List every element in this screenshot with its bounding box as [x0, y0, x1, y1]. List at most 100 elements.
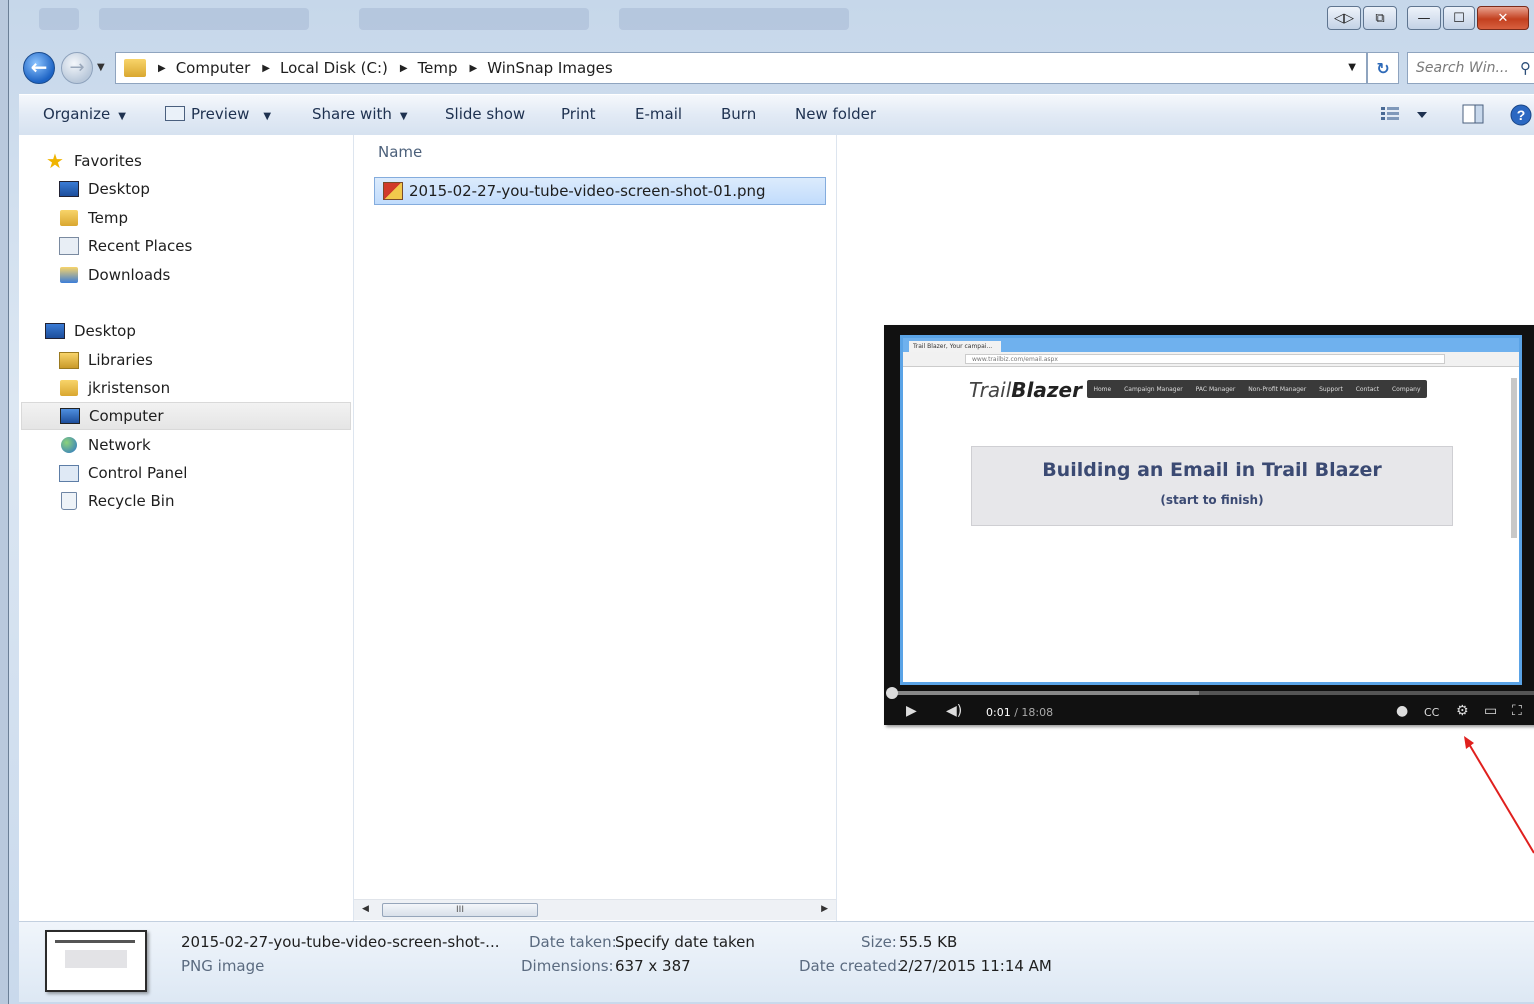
scroll-right-icon[interactable]: ▶ [821, 904, 828, 914]
forward-button[interactable]: → [61, 52, 93, 84]
site-nav-item: Non-Profit Manager [1248, 385, 1307, 393]
nav-label: Computer [89, 407, 164, 425]
breadcrumb-arrow-icon[interactable]: ▶ [262, 63, 270, 74]
video-progress-fill [890, 691, 1200, 695]
breadcrumb: ▶ Computer ▶ Local Disk (C:) ▶ Temp ▶ Wi… [146, 59, 613, 77]
nav-computer[interactable]: Computer [21, 402, 351, 430]
volume-icon: ◀) [946, 703, 963, 719]
preview-image: Trail Blazer, Your campai... www.trailbi… [884, 325, 1534, 725]
background-taskbar-item [619, 8, 849, 30]
address-dropdown-icon[interactable]: ▼ [1348, 62, 1356, 73]
video-progress-bar [890, 691, 1534, 695]
print-button[interactable]: Print [561, 105, 596, 123]
scroll-thumb[interactable]: III [382, 903, 538, 917]
organize-button[interactable]: Organize ▼ [43, 105, 126, 123]
scroll-left-icon[interactable]: ◀ [362, 904, 369, 914]
command-bar: Organize ▼ Preview ▼ Share with ▼ Slide sho… [19, 94, 1534, 136]
logo-light-text: Trail [969, 378, 1012, 402]
search-icon[interactable]: ⚲ [1520, 59, 1531, 77]
background-taskbar-item [39, 8, 79, 30]
recent-pages-dropdown-icon[interactable]: ▼ [97, 62, 105, 73]
maximize-button[interactable]: ☐ [1443, 6, 1475, 30]
column-header-name[interactable]: Name [378, 143, 422, 161]
nav-recycle-bin[interactable]: Recycle Bin [59, 487, 349, 515]
png-file-icon [383, 182, 403, 200]
svg-text:?: ? [1517, 107, 1526, 123]
breadcrumb-local-disk[interactable]: Local Disk (C:) [280, 59, 388, 77]
date-taken-value[interactable]: Specify date taken [615, 933, 755, 951]
size-label: Size: [861, 933, 897, 951]
nav-favorites-label: Favorites [74, 152, 142, 170]
nav-user-folder[interactable]: jkristenson [59, 374, 349, 402]
site-nav-item: PAC Manager [1195, 385, 1236, 393]
window-menu-button[interactable]: ⧉ [1363, 6, 1397, 30]
share-with-label: Share with [312, 105, 392, 123]
preview-icon [165, 106, 185, 121]
video-time-total: / 18:08 [1010, 706, 1054, 719]
close-button[interactable]: ✕ [1477, 6, 1529, 30]
breadcrumb-winsnap-images[interactable]: WinSnap Images [487, 59, 612, 77]
nav-control-panel[interactable]: Control Panel [59, 459, 349, 487]
new-folder-button[interactable]: New folder [795, 105, 876, 123]
breadcrumb-arrow-icon[interactable]: ▶ [158, 63, 166, 74]
video-tab-strip: Trail Blazer, Your campai... [903, 338, 1519, 352]
breadcrumb-arrow-icon[interactable]: ▶ [400, 63, 408, 74]
recycle-bin-icon [59, 492, 79, 510]
nav-label: Control Panel [88, 464, 188, 482]
nav-label: jkristenson [88, 379, 171, 397]
burn-button[interactable]: Burn [721, 105, 756, 123]
nav-favorite-recent-places[interactable]: Recent Places [59, 232, 349, 260]
video-page-scrollbar [1511, 378, 1517, 538]
file-name: 2015-02-27-you-tube-video-screen-shot-01… [409, 182, 766, 200]
nav-favorite-temp[interactable]: Temp [59, 204, 349, 232]
refresh-icon: ↻ [1376, 58, 1390, 78]
explorer-window: ◁▷ ⧉ — ☐ ✕ ← → ▼ ▶ Computer ▶ Local Disk… [8, 0, 1534, 1004]
background-taskbar-item [359, 8, 589, 30]
nav-favorite-downloads[interactable]: Downloads [59, 261, 349, 289]
computer-icon [60, 407, 80, 425]
chevron-down-icon: ▼ [118, 111, 126, 122]
breadcrumb-temp[interactable]: Temp [418, 59, 458, 77]
search-input[interactable]: Search Win... ⚲ [1407, 52, 1534, 84]
site-nav-item: Campaign Manager [1124, 385, 1183, 393]
breadcrumb-arrow-icon[interactable]: ▶ [470, 63, 478, 74]
nav-label: Recent Places [88, 237, 193, 255]
chevron-down-icon: ▼ [399, 111, 408, 122]
breadcrumb-computer[interactable]: Computer [176, 59, 251, 77]
preview-pane: Trail Blazer, Your campai... www.trailbi… [837, 135, 1534, 921]
minimize-button[interactable]: — [1407, 6, 1441, 30]
preview-pane-toggle[interactable] [1461, 103, 1485, 129]
downloads-icon [59, 266, 79, 284]
details-filename: 2015-02-27-you-tube-video-screen-shot-..… [181, 933, 500, 951]
slide-show-button[interactable]: Slide show [445, 105, 525, 123]
content-area: ★ Favorites Desktop Temp Recent Places D… [19, 135, 1534, 921]
email-button[interactable]: E-mail [635, 105, 682, 123]
horizontal-scrollbar[interactable]: ◀ III ▶ [354, 899, 836, 920]
change-view-button[interactable] [1379, 103, 1431, 129]
nav-label: Desktop [88, 180, 150, 198]
nav-desktop[interactable]: Desktop [45, 317, 345, 345]
site-nav-item: Support [1319, 385, 1343, 393]
nav-network[interactable]: Network [59, 431, 349, 459]
snap-button[interactable]: ◁▷ [1327, 6, 1361, 30]
search-placeholder: Search Win... [1416, 60, 1509, 76]
libraries-icon [59, 351, 79, 369]
preview-pane-icon [1462, 104, 1484, 124]
help-button[interactable]: ? [1509, 103, 1533, 131]
share-with-button[interactable]: Share with ▼ [312, 105, 408, 123]
size-value: 55.5 KB [899, 933, 958, 951]
theater-mode-icon: ▭ [1484, 703, 1498, 719]
nav-label: Libraries [88, 351, 153, 369]
back-button[interactable]: ← [23, 52, 55, 84]
organize-label: Organize [43, 105, 111, 123]
address-bar[interactable]: ▶ Computer ▶ Local Disk (C:) ▶ Temp ▶ Wi… [115, 52, 1367, 84]
refresh-button[interactable]: ↻ [1367, 52, 1399, 84]
preview-button[interactable]: Preview ▼ [165, 105, 271, 123]
dimensions-value: 637 x 387 [615, 957, 691, 975]
nav-favorite-desktop[interactable]: Desktop [59, 175, 349, 203]
file-row[interactable]: 2015-02-27-you-tube-video-screen-shot-01… [374, 177, 826, 205]
nav-favorites[interactable]: ★ Favorites [45, 147, 345, 175]
back-arrow-icon: ← [30, 55, 48, 79]
video-heading: Building an Email in Trail Blazer [1042, 459, 1382, 481]
nav-libraries[interactable]: Libraries [59, 346, 349, 374]
